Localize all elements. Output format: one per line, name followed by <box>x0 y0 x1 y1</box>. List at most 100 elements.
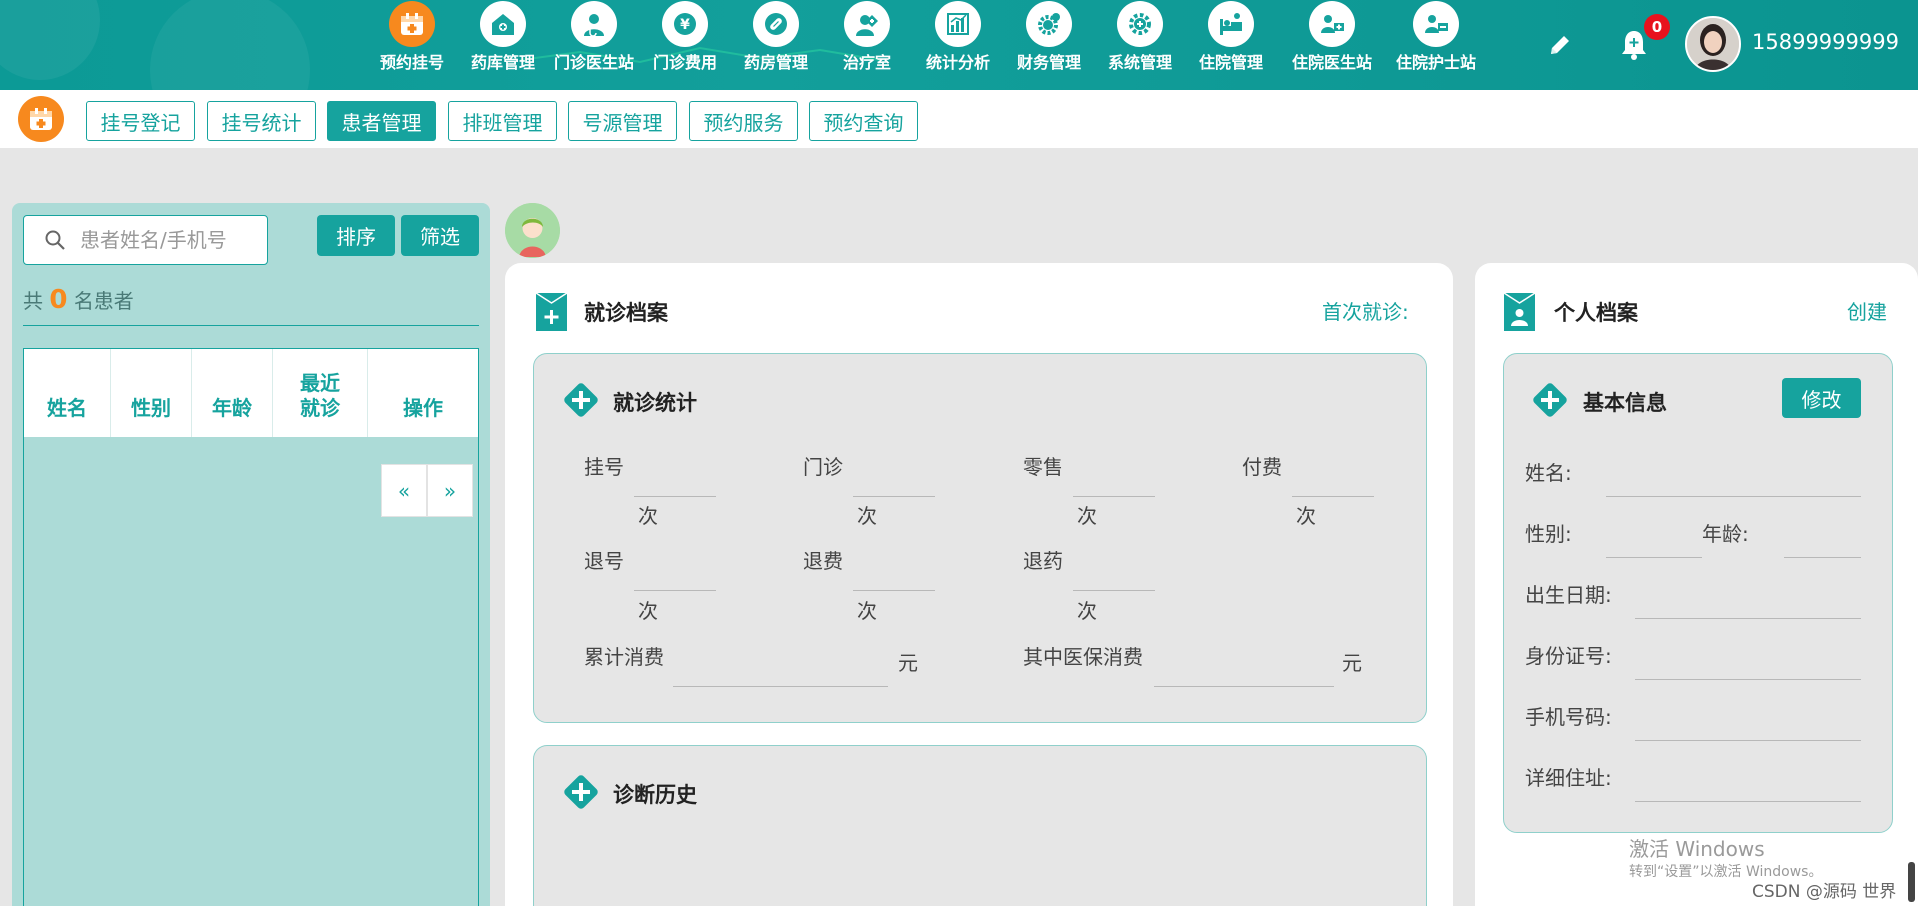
nav-label: 门诊医生站 <box>553 53 634 72</box>
csdn-watermark: CSDN @源码 世界 <box>1752 882 1897 902</box>
user-avatar[interactable] <box>1685 16 1741 72</box>
filter-button[interactable]: 筛选 <box>401 215 479 256</box>
visit-stats-title: 就诊统计 <box>613 391 697 415</box>
stat-label-refund: 退费 <box>803 549 843 573</box>
column-header-name[interactable]: 姓名 <box>24 349 111 437</box>
pencil-icon[interactable] <box>1540 0 1580 90</box>
nav-item-finance[interactable]: 财务管理 <box>1004 0 1094 90</box>
stat-value-total-spend <box>673 686 888 687</box>
visit-record-title: 就诊档案 <box>584 301 668 325</box>
count-suffix: 名患者 <box>73 289 134 313</box>
nav-item-outpatient-doctor[interactable]: 门诊医生站 <box>549 0 639 90</box>
stat-label-outpatient: 门诊 <box>803 455 843 479</box>
tab-registration[interactable]: 挂号登记 <box>86 101 195 141</box>
address-label: 详细住址: <box>1525 766 1612 790</box>
unit-times: 次 <box>1077 504 1097 528</box>
name-field[interactable] <box>1606 496 1861 497</box>
count-prefix: 共 <box>23 289 43 313</box>
basic-info-title: 基本信息 <box>1583 391 1667 415</box>
tab-registration-stats[interactable]: 挂号统计 <box>207 101 316 141</box>
finance-gear-icon <box>1026 1 1072 47</box>
age-field[interactable] <box>1784 557 1861 558</box>
column-header-age[interactable]: 年龄 <box>192 349 273 437</box>
stat-label-insurance-spend: 其中医保消费 <box>1023 645 1143 669</box>
column-header-last-visit[interactable]: 最近就诊 <box>273 349 368 437</box>
stat-label-total-spend: 累计消费 <box>584 645 664 669</box>
nav-label: 住院医生站 <box>1291 53 1372 72</box>
nurse-icon <box>844 1 890 47</box>
medical-file-icon <box>536 293 567 331</box>
patient-avatar-icon <box>505 203 560 258</box>
address-field[interactable] <box>1635 801 1861 802</box>
nav-label: 统计分析 <box>925 53 990 72</box>
unit-times: 次 <box>1077 599 1097 623</box>
nav-label: 系统管理 <box>1107 53 1172 72</box>
tab-appointment-service[interactable]: 预约服务 <box>689 101 798 141</box>
stat-value-retail <box>1073 496 1155 497</box>
doctor-icon <box>571 1 617 47</box>
unit-times: 次 <box>857 599 877 623</box>
pill-icon <box>753 1 799 47</box>
nav-item-inpatient-nurse[interactable]: 住院护士站 <box>1391 0 1481 90</box>
gear-icon <box>1117 1 1163 47</box>
nav-label: 住院管理 <box>1198 53 1263 72</box>
column-header-actions: 操作 <box>403 396 443 420</box>
birthdate-field[interactable] <box>1635 618 1861 619</box>
stat-value-insurance-spend <box>1154 686 1334 687</box>
nav-item-pharmacy[interactable]: 药房管理 <box>731 0 821 90</box>
unit-times: 次 <box>638 504 658 528</box>
id-number-field[interactable] <box>1635 679 1861 680</box>
bell-icon[interactable] <box>1614 0 1654 90</box>
search-input[interactable] <box>80 228 260 252</box>
tab-patient-management[interactable]: 患者管理 <box>327 101 436 141</box>
unit-times: 次 <box>1296 504 1316 528</box>
tab-slot-management[interactable]: 号源管理 <box>568 101 677 141</box>
scrollbar-thumb[interactable] <box>1908 862 1915 902</box>
sort-button[interactable]: 排序 <box>317 215 395 256</box>
nav-item-treatment-room[interactable]: 治疗室 <box>822 0 912 90</box>
plus-diamond-icon <box>1533 383 1567 417</box>
gender-field[interactable] <box>1606 557 1702 558</box>
nav-item-outpatient-fees[interactable]: ¥ 门诊费用 <box>640 0 730 90</box>
name-label: 姓名: <box>1525 461 1572 485</box>
inpatient-nurse-icon <box>1413 1 1459 47</box>
next-page-button[interactable]: » <box>427 464 473 517</box>
table-header: 姓名 性别 年龄 最近就诊 操作 <box>24 349 478 437</box>
stat-value-return-drug <box>1073 590 1155 591</box>
patient-list-panel: 排序 筛选 共 0 名患者 姓名 性别 年龄 最近就诊 操作 « » <box>12 203 490 906</box>
tab-schedule[interactable]: 排班管理 <box>448 101 557 141</box>
column-header-gender[interactable]: 性别 <box>111 349 192 437</box>
phone-label: 手机号码: <box>1525 705 1612 729</box>
nav-item-appointment[interactable]: 预约挂号 <box>367 0 457 90</box>
nav-item-inpatient-doctor[interactable]: 住院医生站 <box>1287 0 1377 90</box>
birthdate-label: 出生日期: <box>1525 583 1612 607</box>
top-nav-bar: 预约挂号 药库管理 门诊医生站 ¥ 门诊费用 药房管理 治疗室 统计分析 财务管… <box>0 0 1918 90</box>
diagnosis-history-title: 诊断历史 <box>613 783 697 807</box>
phone-field[interactable] <box>1635 740 1861 741</box>
stat-label-return-drug: 退药 <box>1023 549 1063 573</box>
search-box[interactable] <box>23 215 268 265</box>
stat-value-outpatient <box>853 496 935 497</box>
prev-page-button[interactable]: « <box>381 464 427 517</box>
username[interactable]: 15899999999 <box>1752 30 1899 54</box>
first-visit-label: 首次就诊: <box>1322 300 1409 324</box>
age-label: 年龄: <box>1702 522 1749 546</box>
stat-value-payment <box>1292 496 1374 497</box>
unit-times: 次 <box>857 504 877 528</box>
unit-yuan: 元 <box>1342 651 1362 675</box>
nav-label: 财务管理 <box>1016 53 1081 72</box>
stat-value-registration <box>634 496 716 497</box>
edit-button[interactable]: 修改 <box>1782 378 1861 418</box>
nav-item-statistics[interactable]: 统计分析 <box>913 0 1003 90</box>
tab-appointment-query[interactable]: 预约查询 <box>809 101 918 141</box>
stat-value-cancel-registration <box>634 590 716 591</box>
nav-item-system[interactable]: 系统管理 <box>1095 0 1185 90</box>
count-number: 0 <box>49 285 68 315</box>
nav-item-pharmacy-warehouse[interactable]: 药库管理 <box>458 0 548 90</box>
patient-count: 共 0 名患者 <box>23 285 134 315</box>
nav-item-inpatient[interactable]: 住院管理 <box>1186 0 1276 90</box>
calendar-icon <box>389 1 435 47</box>
nav-label: 药房管理 <box>743 53 808 72</box>
create-profile-link[interactable]: 创建 <box>1847 296 1887 325</box>
stat-label-cancel-registration: 退号 <box>584 549 624 573</box>
